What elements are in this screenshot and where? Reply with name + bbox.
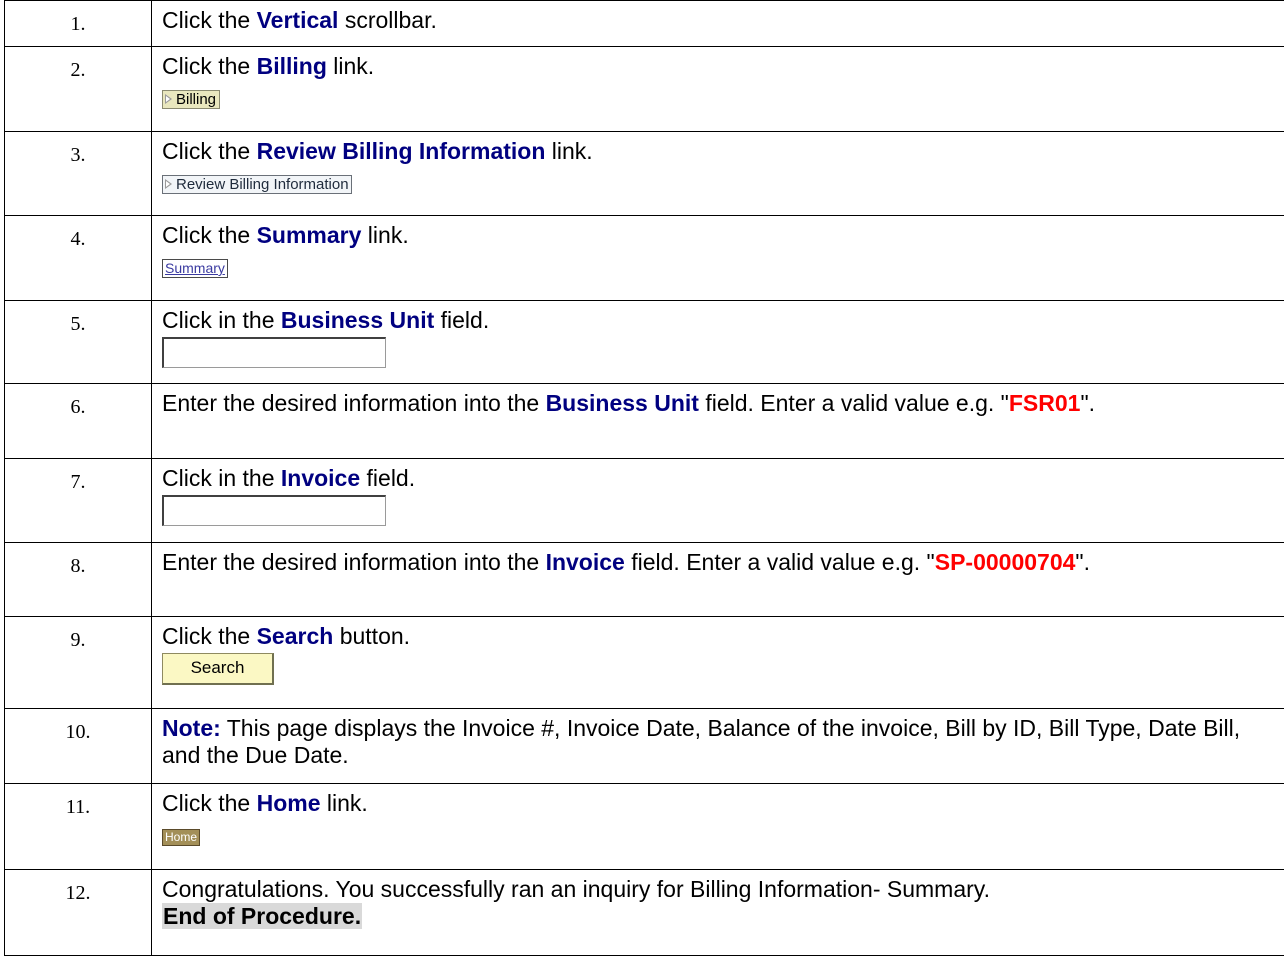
billing-link[interactable]: Billing	[162, 90, 221, 109]
step-text: Click the Billing link. Billing	[151, 46, 1284, 132]
step-number: 12.	[4, 869, 152, 956]
step-row: 5. Click in the Business Unit field.	[4, 300, 1284, 384]
step-row: 1. Click the Vertical scrollbar.	[4, 0, 1284, 47]
step-keyword: Billing	[256, 53, 327, 79]
step-keyword: Invoice	[545, 549, 625, 575]
step-number: 1.	[4, 0, 152, 47]
step-text: Enter the desired information into the B…	[151, 383, 1284, 459]
step-number: 8.	[4, 542, 152, 617]
step-number: 3.	[4, 131, 152, 216]
step-text: Enter the desired information into the I…	[151, 542, 1284, 617]
invoice-field[interactable]	[162, 495, 386, 526]
step-text: Note: This page displays the Invoice #, …	[151, 708, 1284, 784]
step-row: 7. Click in the Invoice field.	[4, 458, 1284, 543]
expand-triangle-icon	[165, 94, 172, 104]
step-number: 10.	[4, 708, 152, 784]
step-text: Click the Home link. Home	[151, 783, 1284, 870]
step-row: 8. Enter the desired information into th…	[4, 542, 1284, 617]
example-value: SP-00000704	[934, 549, 1076, 575]
step-text: Congratulations. You successfully ran an…	[151, 869, 1284, 956]
step-number: 2.	[4, 46, 152, 132]
review-billing-information-link[interactable]: Review Billing Information	[162, 175, 352, 194]
step-number: 4.	[4, 215, 152, 301]
step-row: 11. Click the Home link. Home	[4, 783, 1284, 870]
example-value: FSR01	[1008, 390, 1081, 416]
summary-link[interactable]: Summary	[162, 259, 228, 278]
step-text: Click the Review Billing Information lin…	[151, 131, 1284, 216]
step-keyword: Vertical	[256, 7, 339, 33]
step-row: 4. Click the Summary link. Summary	[4, 215, 1284, 301]
note-label: Note:	[162, 715, 221, 741]
step-text: Click in the Invoice field.	[151, 458, 1284, 543]
home-link[interactable]: Home	[162, 829, 201, 846]
procedure-steps-table: 1. Click the Vertical scrollbar. 2. Clic…	[4, 0, 1284, 956]
step-keyword: Invoice	[280, 465, 361, 491]
search-button[interactable]: Search	[162, 653, 274, 685]
step-number: 11.	[4, 783, 152, 870]
step-keyword: Summary	[256, 222, 362, 248]
step-text: Click the Vertical scrollbar.	[151, 0, 1284, 47]
step-row: 12. Congratulations. You successfully ra…	[4, 869, 1284, 956]
step-row: 2. Click the Billing link. Billing	[4, 46, 1284, 132]
step-keyword: Business Unit	[280, 307, 435, 333]
step-number: 7.	[4, 458, 152, 543]
end-of-procedure: End of Procedure.	[162, 903, 363, 929]
expand-triangle-icon	[165, 179, 172, 189]
step-row: 9. Click the Search button. Search	[4, 616, 1284, 709]
step-number: 6.	[4, 383, 152, 459]
step-keyword: Search	[256, 623, 334, 649]
step-number: 5.	[4, 300, 152, 384]
step-row: 3. Click the Review Billing Information …	[4, 131, 1284, 216]
step-text: Click the Summary link. Summary	[151, 215, 1284, 301]
step-row: 6. Enter the desired information into th…	[4, 383, 1284, 459]
business-unit-field[interactable]	[162, 337, 386, 368]
step-keyword: Business Unit	[545, 390, 699, 416]
step-text: Click the Search button. Search	[151, 616, 1284, 709]
step-keyword: Review Billing Information	[256, 138, 546, 164]
step-text: Click in the Business Unit field.	[151, 300, 1284, 384]
step-row: 10. Note: This page displays the Invoice…	[4, 708, 1284, 784]
step-number: 9.	[4, 616, 152, 709]
step-keyword: Home	[256, 790, 321, 816]
